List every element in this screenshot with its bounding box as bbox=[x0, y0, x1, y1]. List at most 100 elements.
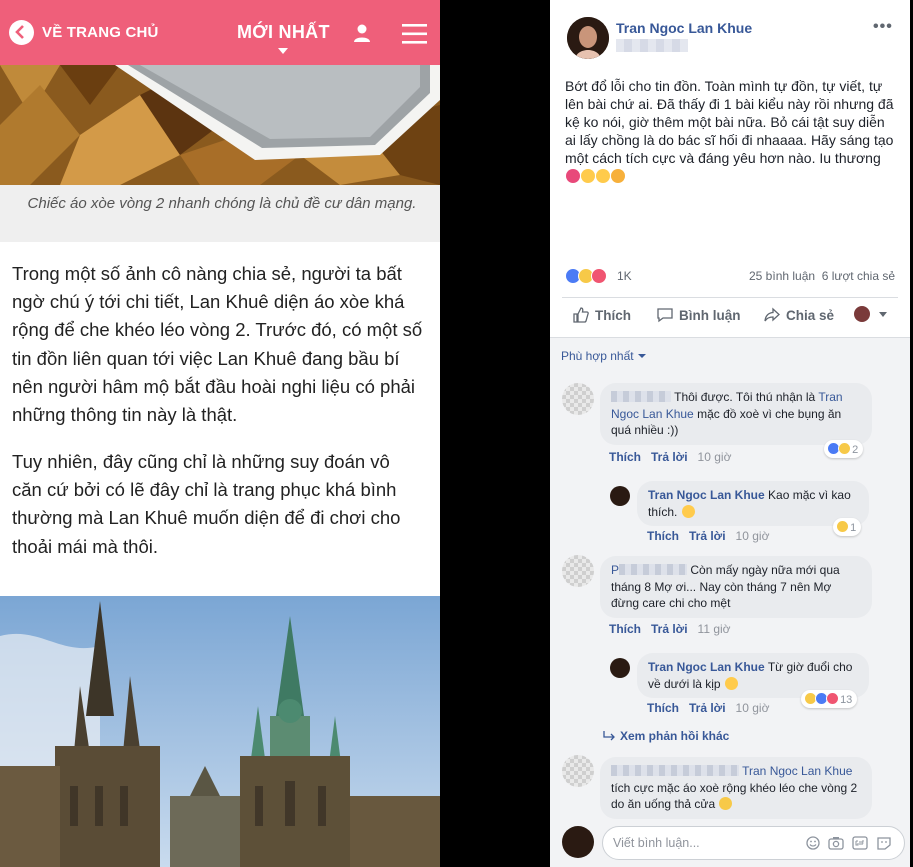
comment-text: tích cực mặc áo xoè rộng khéo léo che vò… bbox=[611, 780, 858, 812]
reaction-count: 13 bbox=[840, 694, 853, 706]
mini-avatar bbox=[854, 306, 870, 322]
facebook-post-panel: Tran Ngoc Lan Khue ••• Bớt đổ lỗi cho ti… bbox=[550, 0, 910, 867]
reply-avatar[interactable] bbox=[610, 658, 630, 678]
reply-reply-link[interactable]: Trả lời bbox=[689, 701, 726, 715]
comment-icon bbox=[657, 308, 673, 323]
commenter-avatar-blurred[interactable] bbox=[562, 755, 594, 787]
comment-count[interactable]: 25 bình luận bbox=[749, 269, 815, 283]
reply-like-link[interactable]: Thích bbox=[647, 529, 679, 543]
caret-down-icon bbox=[637, 354, 646, 358]
kissing-emoji-icon bbox=[581, 169, 595, 183]
share-icon bbox=[764, 307, 780, 322]
love-reaction-icon bbox=[591, 268, 607, 284]
post-text: Bớt đổ lỗi cho tin đồn. Toàn mình tự đồn… bbox=[565, 77, 895, 185]
post-as-selector[interactable] bbox=[854, 306, 887, 322]
comment-label: Bình luận bbox=[679, 308, 741, 323]
latest-menu-label[interactable]: MỚI NHẤT bbox=[237, 22, 330, 43]
post-card: Tran Ngoc Lan Khue ••• Bớt đổ lỗi cho ti… bbox=[550, 0, 910, 337]
sort-dropdown[interactable]: Phù hợp nhất bbox=[561, 349, 646, 363]
like-button[interactable]: Thích bbox=[572, 306, 631, 324]
comment-meta: Thích Trả lời 11 giờ bbox=[609, 622, 731, 636]
comment-text: Thôi được. Tôi thú nhận là bbox=[674, 390, 816, 404]
commenter-name-redacted[interactable] bbox=[619, 564, 688, 575]
sort-label: Phù hợp nhất bbox=[561, 349, 634, 363]
more-icon[interactable]: ••• bbox=[873, 18, 893, 36]
like-icon bbox=[573, 307, 589, 323]
reaction-count: 1 bbox=[850, 522, 857, 534]
my-avatar[interactable] bbox=[562, 826, 594, 858]
back-chevron-icon bbox=[15, 25, 24, 39]
article-panel: VỀ TRANG CHỦ MỚI NHẤT Chiếc áo xòe vòng … bbox=[0, 0, 440, 867]
user-icon[interactable] bbox=[352, 23, 372, 43]
reply-avatar[interactable] bbox=[610, 486, 630, 506]
article-header-bar: VỀ TRANG CHỦ MỚI NHẤT bbox=[0, 0, 440, 65]
article-paragraph-1: Trong một số ảnh cô nàng chia sẻ, người … bbox=[12, 263, 423, 426]
comment-meta: Thích Trả lời 10 giờ bbox=[609, 450, 731, 464]
kiss-emoji-icon bbox=[566, 169, 580, 183]
comment-share-counts: 25 bình luận 6 lượt chia sẻ bbox=[749, 269, 895, 283]
view-more-replies-link[interactable]: Xem phản hồi khác bbox=[603, 729, 730, 743]
more-replies-label: Xem phản hồi khác bbox=[620, 729, 730, 743]
share-count[interactable]: 6 lượt chia sẻ bbox=[822, 269, 895, 283]
reply-reply-link[interactable]: Trả lời bbox=[689, 529, 726, 543]
camera-icon[interactable] bbox=[828, 836, 844, 850]
photo-caption: Chiếc áo xòe vòng 2 nhanh chóng là chủ đ… bbox=[27, 195, 417, 212]
reaction-count: 2 bbox=[852, 444, 859, 456]
back-button[interactable] bbox=[9, 20, 34, 45]
reaction-summary[interactable]: 1K 25 bình luận 6 lượt chia sẻ bbox=[565, 266, 895, 286]
comment-reply-link[interactable]: Trả lời bbox=[651, 450, 688, 464]
post-body-text: Bớt đổ lỗi cho tin đồn. Toàn mình tự đồn… bbox=[565, 78, 894, 166]
reply-reaction-badge[interactable]: 13 bbox=[801, 690, 858, 708]
reply-reaction-badge[interactable]: 1 bbox=[833, 518, 862, 536]
commenter-avatar-blurred[interactable] bbox=[562, 555, 594, 587]
comment-time[interactable]: 11 giờ bbox=[698, 622, 731, 636]
share-label: Chia sẻ bbox=[786, 308, 835, 323]
commenter-name-redacted[interactable] bbox=[611, 765, 739, 776]
reaction-count[interactable]: 1K bbox=[617, 269, 632, 283]
comment-input[interactable]: Viết bình luận... bbox=[602, 826, 905, 860]
comment-bubble: P Còn mấy ngày nữa mới qua tháng 8 Mợ ơi… bbox=[600, 556, 872, 618]
chevron-down-icon bbox=[878, 312, 887, 317]
blowing-kiss-emoji-icon bbox=[724, 676, 738, 690]
share-button[interactable]: Chia sẻ bbox=[763, 306, 834, 324]
sticker-icon[interactable] bbox=[876, 836, 892, 850]
gif-icon[interactable] bbox=[852, 836, 868, 850]
reply-meta: Thích Trả lời 10 giờ bbox=[647, 701, 769, 715]
hamburger-menu-icon[interactable] bbox=[402, 23, 427, 45]
comment-placeholder: Viết bình luận... bbox=[613, 836, 700, 850]
reply-meta: Thích Trả lời 10 giờ bbox=[647, 529, 769, 543]
comment-reply-link[interactable]: Trả lời bbox=[651, 622, 688, 636]
comment-like-link[interactable]: Thích bbox=[609, 450, 641, 464]
comment-bubble: Thôi được. Tôi thú nhận là Tran Ngoc Lan… bbox=[600, 383, 872, 445]
commenter-name-redacted[interactable] bbox=[611, 391, 671, 402]
reply-like-link[interactable]: Thích bbox=[647, 701, 679, 715]
blowing-kiss-emoji-icon bbox=[596, 169, 610, 183]
like-label: Thích bbox=[595, 308, 631, 323]
article-paragraph-2: Tuy nhiên, đây cũng chỉ là những suy đoá… bbox=[12, 451, 401, 557]
write-comment-row: Viết bình luận... bbox=[550, 818, 910, 867]
reply-bubble: Tran Ngoc Lan Khue Kao mặc vì kao thích. bbox=[637, 481, 869, 526]
post-action-bar: Thích Bình luận Chia sẻ bbox=[562, 297, 898, 333]
back-home-link[interactable]: VỀ TRANG CHỦ bbox=[42, 24, 159, 41]
comment-like-link[interactable]: Thích bbox=[609, 622, 641, 636]
mention-link[interactable]: Tran Ngoc Lan Khue bbox=[742, 764, 852, 778]
commenter-avatar-blurred[interactable] bbox=[562, 383, 594, 415]
caret-down-icon bbox=[278, 48, 288, 54]
reply-time[interactable]: 10 giờ bbox=[736, 529, 770, 543]
commenter-initial[interactable]: P bbox=[611, 563, 619, 577]
author-avatar[interactable] bbox=[567, 17, 609, 59]
laughing-emoji-icon bbox=[719, 797, 733, 810]
article-photo-cathedral bbox=[0, 596, 440, 867]
comment-reaction-badge[interactable]: 2 bbox=[824, 440, 864, 458]
article-photo-parquet bbox=[0, 65, 440, 185]
emoji-icon[interactable] bbox=[806, 836, 820, 850]
post-author-name[interactable]: Tran Ngoc Lan Khue bbox=[616, 20, 752, 36]
reply-author-name[interactable]: Tran Ngoc Lan Khue bbox=[648, 660, 765, 674]
comment-button[interactable]: Bình luận bbox=[656, 306, 741, 324]
comment-time[interactable]: 10 giờ bbox=[698, 450, 732, 464]
post-timestamp-redacted bbox=[616, 39, 688, 52]
comments-section: Phù hợp nhất Thôi được. Tôi thú nhận là … bbox=[550, 337, 910, 867]
reply-author-name[interactable]: Tran Ngoc Lan Khue bbox=[648, 488, 765, 502]
reply-time[interactable]: 10 giờ bbox=[736, 701, 770, 715]
comment-bubble: Tran Ngoc Lan Khue tích cực mặc áo xoè r… bbox=[600, 757, 872, 819]
